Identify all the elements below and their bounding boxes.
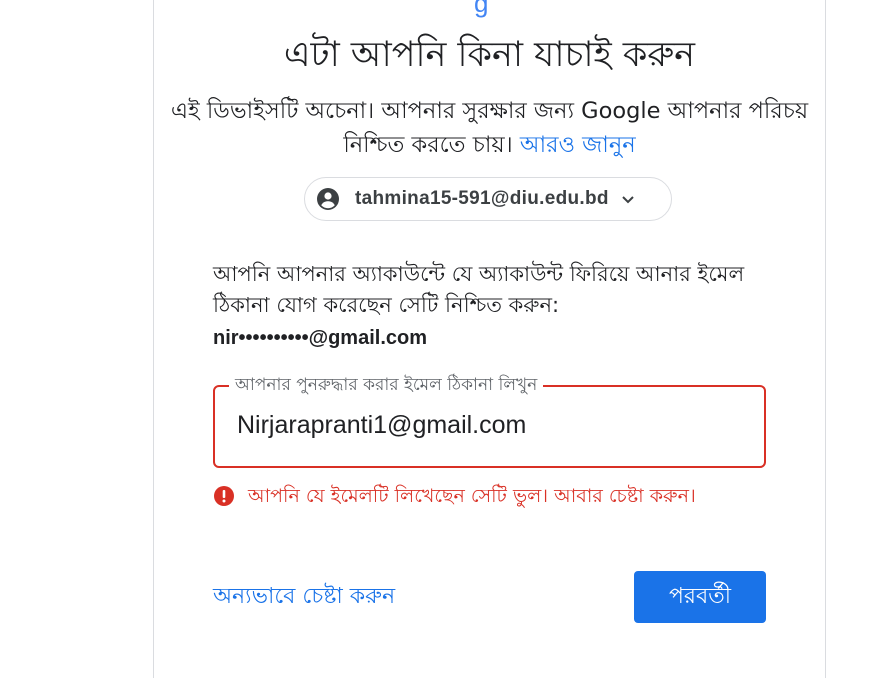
subtitle: এই ডিভাইসটি অচেনা। আপনার সুরক্ষার জন্য G… bbox=[153, 94, 826, 162]
account-email: tahmina15-591@diu.edu.bd bbox=[355, 188, 609, 209]
learn-more-link[interactable]: আরও জানুন bbox=[520, 132, 636, 158]
recovery-email-label: আপনার পুনরুদ্ধার করার ইমেল ঠিকানা লিখুন bbox=[229, 372, 544, 398]
masked-recovery-email: nir••••••••••@gmail.com bbox=[213, 327, 427, 349]
google-logo-fragment: g bbox=[474, 0, 489, 18]
subtitle-text: এই ডিভাইসটি অচেনা। আপনার সুরক্ষার জন্য G… bbox=[170, 98, 809, 158]
recovery-email-input[interactable]: Nirjarapranti1@gmail.com bbox=[237, 411, 526, 440]
recovery-email-field[interactable]: আপনার পুনরুদ্ধার করার ইমেল ঠিকানা লিখুন … bbox=[213, 372, 766, 468]
chevron-down-icon bbox=[619, 190, 637, 208]
next-button[interactable]: পরবর্তী bbox=[634, 571, 766, 623]
page: g এটা আপনি কিনা যাচাই করুন এই ডিভাইসটি অ… bbox=[0, 0, 896, 678]
instruction-text: আপনি আপনার অ্যাকাউন্টে যে অ্যাকাউন্ট ফির… bbox=[213, 262, 745, 317]
error-icon bbox=[213, 485, 235, 507]
try-another-way-button[interactable]: অন্যভাবে চেষ্টা করুন bbox=[213, 579, 395, 616]
error-message: আপনি যে ইমেলটি লিখেছেন সেটি ভুল। আবার চে… bbox=[213, 481, 696, 511]
account-circle-icon bbox=[316, 187, 340, 211]
account-chip[interactable]: tahmina15-591@diu.edu.bd bbox=[304, 177, 672, 221]
page-title: এটা আপনি কিনা যাচাই করুন bbox=[283, 35, 696, 75]
error-text: আপনি যে ইমেলটি লিখেছেন সেটি ভুল। আবার চে… bbox=[248, 485, 696, 507]
